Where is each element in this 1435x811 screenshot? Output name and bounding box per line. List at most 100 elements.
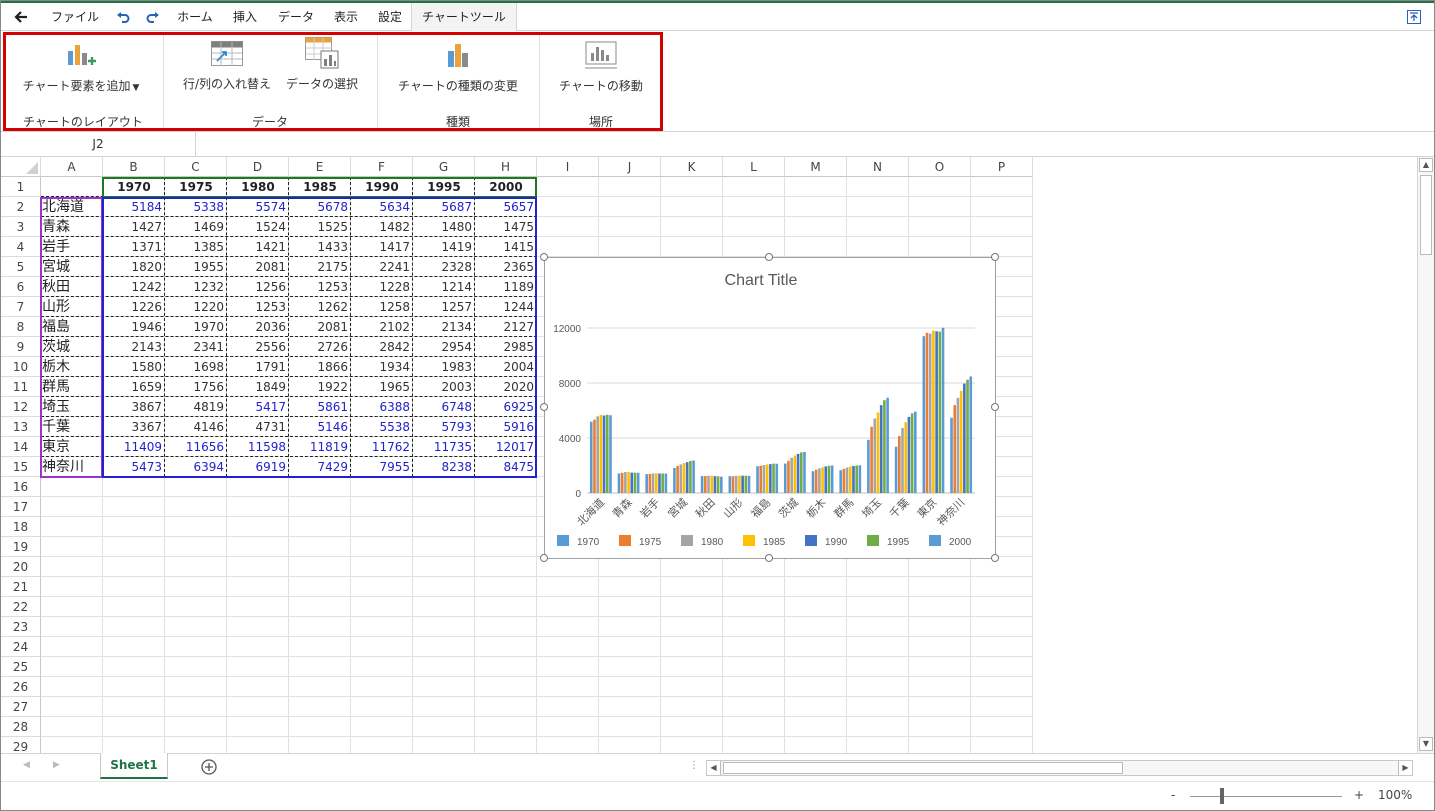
value-cell[interactable]: 2985 xyxy=(475,337,537,357)
value-cell[interactable]: 1232 xyxy=(165,277,227,297)
row-header-1[interactable]: 1 xyxy=(1,177,41,197)
value-cell[interactable]: 1257 xyxy=(413,297,475,317)
column-header-h[interactable]: H xyxy=(475,157,537,177)
prefecture-cell[interactable]: 千葉 xyxy=(41,417,103,437)
value-cell[interactable]: 1849 xyxy=(227,377,289,397)
value-cell[interactable]: 1983 xyxy=(413,357,475,377)
value-cell[interactable]: 1433 xyxy=(289,237,351,257)
chart-object[interactable]: Chart Title 0 4000 8000 12000 北海道 青森 岩手 宮城 秋田 山形福… xyxy=(544,257,996,559)
value-cell[interactable]: 1791 xyxy=(227,357,289,377)
value-cell[interactable]: 1415 xyxy=(475,237,537,257)
column-header-l[interactable]: L xyxy=(723,157,785,177)
value-cell[interactable]: 1698 xyxy=(165,357,227,377)
value-cell[interactable]: 11735 xyxy=(413,437,475,457)
row-header-10[interactable]: 10 xyxy=(1,357,41,377)
value-cell[interactable]: 5657 xyxy=(475,197,537,217)
value-cell[interactable]: 2175 xyxy=(289,257,351,277)
scroll-up-icon[interactable]: ▲ xyxy=(1419,158,1433,172)
value-cell[interactable]: 2365 xyxy=(475,257,537,277)
select-data-button[interactable]: データの選択 xyxy=(281,37,363,92)
value-cell[interactable]: 6748 xyxy=(413,397,475,417)
resize-handle[interactable] xyxy=(540,253,548,261)
value-cell[interactable]: 2341 xyxy=(165,337,227,357)
value-cell[interactable]: 2102 xyxy=(351,317,413,337)
value-cell[interactable]: 1258 xyxy=(351,297,413,317)
row-header-18[interactable]: 18 xyxy=(1,517,41,537)
value-cell[interactable]: 1934 xyxy=(351,357,413,377)
select-all-corner[interactable] xyxy=(1,157,41,177)
value-cell[interactable]: 11819 xyxy=(289,437,351,457)
value-cell[interactable]: 2842 xyxy=(351,337,413,357)
value-cell[interactable]: 1955 xyxy=(165,257,227,277)
value-cell[interactable]: 2726 xyxy=(289,337,351,357)
row-header-17[interactable]: 17 xyxy=(1,497,41,517)
year-header-cell[interactable]: 1970 xyxy=(103,177,165,197)
menu-view[interactable]: 表示 xyxy=(327,3,365,31)
menu-settings[interactable]: 設定 xyxy=(371,3,409,31)
add-chart-element-button[interactable]: チャート要素を追加 ▼ xyxy=(15,41,147,94)
value-cell[interactable]: 1480 xyxy=(413,217,475,237)
value-cell[interactable]: 1242 xyxy=(103,277,165,297)
value-cell[interactable]: 1226 xyxy=(103,297,165,317)
value-cell[interactable]: 1580 xyxy=(103,357,165,377)
row-header-25[interactable]: 25 xyxy=(1,657,41,677)
value-cell[interactable]: 2954 xyxy=(413,337,475,357)
split-handle-icon[interactable]: ⋮ xyxy=(689,760,699,771)
resize-handle[interactable] xyxy=(540,554,548,562)
value-cell[interactable]: 2556 xyxy=(227,337,289,357)
value-cell[interactable]: 5417 xyxy=(227,397,289,417)
menu-data[interactable]: データ xyxy=(271,3,321,31)
column-header-j[interactable]: J xyxy=(599,157,661,177)
value-cell[interactable]: 11656 xyxy=(165,437,227,457)
value-cell[interactable]: 6394 xyxy=(165,457,227,477)
value-cell[interactable]: 11762 xyxy=(351,437,413,457)
value-cell[interactable]: 1189 xyxy=(475,277,537,297)
value-cell[interactable]: 2241 xyxy=(351,257,413,277)
switch-row-column-button[interactable]: 行/列の入れ替え xyxy=(179,41,275,92)
row-header-29[interactable]: 29 xyxy=(1,737,41,753)
row-header-20[interactable]: 20 xyxy=(1,557,41,577)
name-box[interactable]: J2 xyxy=(1,132,196,156)
zoom-slider[interactable] xyxy=(1190,796,1342,797)
value-cell[interactable]: 2020 xyxy=(475,377,537,397)
resize-handle[interactable] xyxy=(540,403,548,411)
value-cell[interactable]: 6925 xyxy=(475,397,537,417)
row-header-14[interactable]: 14 xyxy=(1,437,41,457)
year-header-cell[interactable]: 1975 xyxy=(165,177,227,197)
value-cell[interactable]: 2127 xyxy=(475,317,537,337)
column-header-p[interactable]: P xyxy=(971,157,1033,177)
zoom-in-button[interactable]: + xyxy=(1354,788,1364,802)
row-header-13[interactable]: 13 xyxy=(1,417,41,437)
value-cell[interactable]: 5538 xyxy=(351,417,413,437)
prefecture-cell[interactable]: 福島 xyxy=(41,317,103,337)
row-header-3[interactable]: 3 xyxy=(1,217,41,237)
value-cell[interactable]: 5916 xyxy=(475,417,537,437)
collapse-ribbon-icon[interactable] xyxy=(1403,3,1425,31)
menu-home[interactable]: ホーム xyxy=(171,3,219,31)
value-cell[interactable]: 6388 xyxy=(351,397,413,417)
undo-icon[interactable] xyxy=(111,3,135,31)
next-sheet-icon[interactable]: ▶ xyxy=(53,760,60,770)
prefecture-cell[interactable]: 宮城 xyxy=(41,257,103,277)
row-header-2[interactable]: 2 xyxy=(1,197,41,217)
column-header-k[interactable]: K xyxy=(661,157,723,177)
scroll-left-icon[interactable]: ◀ xyxy=(707,761,721,775)
chart-title[interactable]: Chart Title xyxy=(725,272,798,289)
column-header-n[interactable]: N xyxy=(847,157,909,177)
year-header-cell[interactable]: 1980 xyxy=(227,177,289,197)
value-cell[interactable]: 1756 xyxy=(165,377,227,397)
value-cell[interactable]: 11598 xyxy=(227,437,289,457)
value-cell[interactable]: 5861 xyxy=(289,397,351,417)
row-header-26[interactable]: 26 xyxy=(1,677,41,697)
value-cell[interactable]: 5634 xyxy=(351,197,413,217)
scroll-down-icon[interactable]: ▼ xyxy=(1419,737,1433,751)
value-cell[interactable]: 5574 xyxy=(227,197,289,217)
add-sheet-icon[interactable] xyxy=(200,758,218,776)
value-cell[interactable]: 3867 xyxy=(103,397,165,417)
value-cell[interactable]: 5687 xyxy=(413,197,475,217)
row-header-9[interactable]: 9 xyxy=(1,337,41,357)
row-header-15[interactable]: 15 xyxy=(1,457,41,477)
row-header-11[interactable]: 11 xyxy=(1,377,41,397)
column-header-f[interactable]: F xyxy=(351,157,413,177)
value-cell[interactable]: 1253 xyxy=(289,277,351,297)
